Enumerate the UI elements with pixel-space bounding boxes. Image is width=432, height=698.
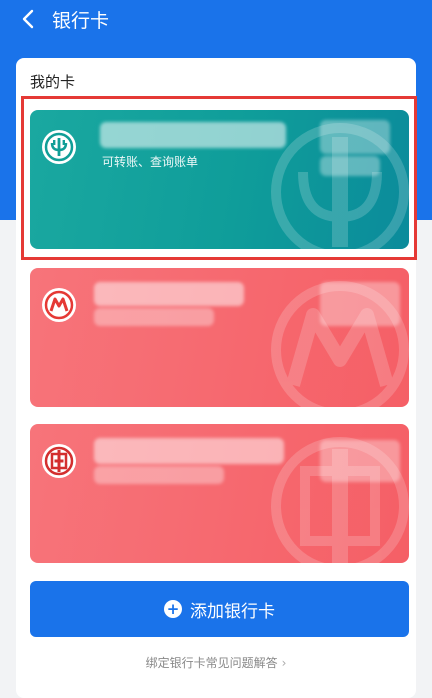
masked-bank-name <box>94 438 284 464</box>
plus-icon: + <box>164 600 182 618</box>
masked-card-sub <box>94 466 224 484</box>
cmb-watermark-icon <box>271 281 409 407</box>
back-arrow-icon <box>22 9 34 29</box>
selection-highlight <box>21 96 417 260</box>
chevron-right-icon: › <box>281 656 287 670</box>
bank-card-icbc[interactable] <box>30 424 409 563</box>
faq-label: 绑定银行卡常见问题解答 <box>145 656 278 670</box>
cmb-logo-icon <box>42 288 76 322</box>
icbc-watermark-icon <box>271 437 409 563</box>
icbc-logo-icon <box>42 444 76 478</box>
back-button[interactable] <box>8 0 48 38</box>
section-title: 我的卡 <box>30 73 76 91</box>
masked-card-sub <box>94 308 214 326</box>
page-title: 银行卡 <box>52 9 110 32</box>
masked-bank-name <box>94 282 244 306</box>
faq-link[interactable]: 绑定银行卡常见问题解答 › <box>0 654 432 671</box>
add-card-button[interactable]: + 添加银行卡 <box>30 581 409 637</box>
bank-card-cmb[interactable] <box>30 268 409 407</box>
top-bar: 银行卡 <box>0 0 432 38</box>
add-card-label: 添加银行卡 <box>190 601 275 622</box>
